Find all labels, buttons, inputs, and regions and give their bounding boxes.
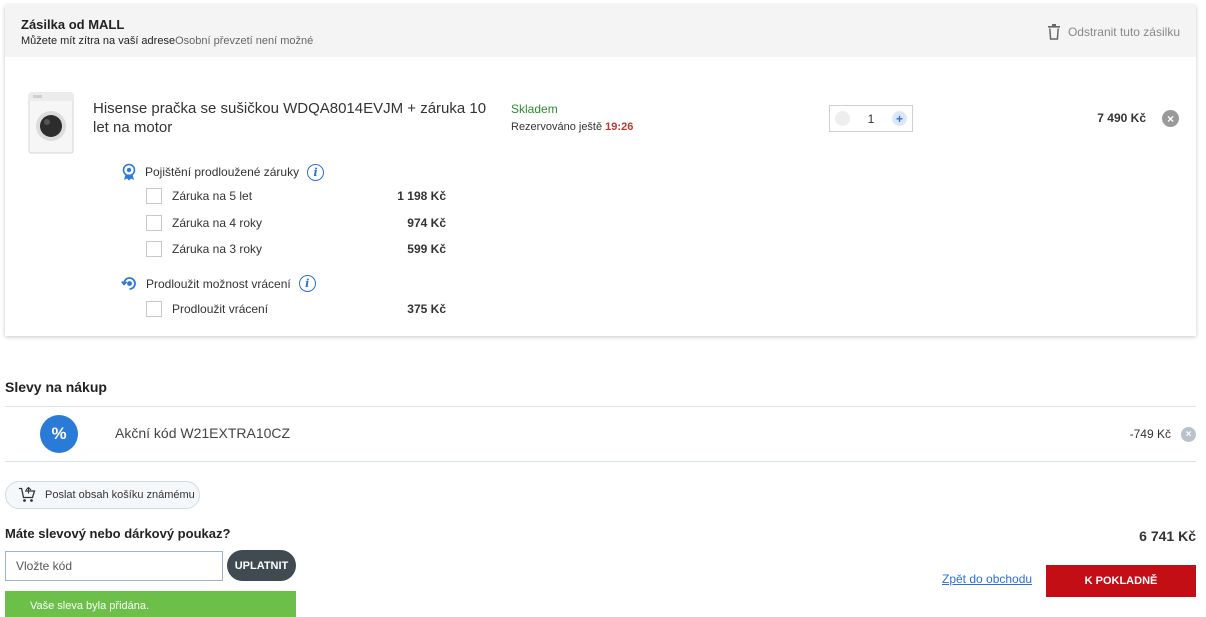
returns-option-label: Prodloužit vrácení (172, 302, 269, 316)
share-cart-label: Poslat obsah košíku známému (45, 489, 195, 501)
voucher-success-message: Vaše sleva byla přidána. (5, 591, 296, 617)
extend-returns-checkbox[interactable] (146, 301, 162, 317)
returns-heading: Prodloužit možnost vrácení i (121, 275, 316, 292)
reservation-label: Rezervováno ještě (511, 121, 603, 133)
discount-amount: -749 Kč (1129, 427, 1171, 441)
warranty-3-years-checkbox[interactable] (146, 241, 162, 257)
warranty-option-label: Záruka na 4 roky (172, 216, 263, 230)
reservation-info: Rezervováno ještě 19:26 (511, 121, 633, 133)
percent-icon: % (40, 415, 78, 453)
trash-icon (1047, 24, 1060, 40)
shipment-subtitle: Můžete mít zítra na vaší adreseOsobní př… (21, 35, 313, 47)
shipment-title: Zásilka od MALL (21, 17, 125, 32)
checkout-button[interactable]: K POKLADNĚ (1046, 565, 1196, 597)
warranty-heading-label: Pojištění prodloužené záruky (145, 165, 300, 179)
divider (5, 406, 1196, 407)
warranty-option-label: Záruka na 3 roky (172, 242, 263, 256)
cart-total: 6 741 Kč (1139, 528, 1196, 544)
divider (5, 461, 1196, 462)
returns-option-price: 375 Kč (407, 302, 446, 316)
warranty-option-3-years[interactable]: Záruka na 3 roky 599 Kč (146, 240, 446, 258)
warranty-option-price: 599 Kč (407, 242, 446, 256)
stock-status: Skladem (511, 102, 558, 116)
back-to-shop-link[interactable]: Zpět do obchodu (942, 572, 1032, 586)
shipment-header: Zásilka od MALL Můžete mít zítra na vaší… (5, 5, 1196, 57)
pickup-text: Osobní převzetí není možné (175, 35, 314, 47)
warranty-heading: Pojištění prodloužené záruky i (121, 163, 325, 181)
quantity-stepper: − 1 + (829, 105, 913, 132)
warranty-option-5-years[interactable]: Záruka na 5 let 1 198 Kč (146, 187, 446, 205)
warranty-5-years-checkbox[interactable] (146, 188, 162, 204)
warranty-option-label: Záruka na 5 let (172, 189, 253, 203)
warranty-info-icon[interactable]: i (307, 163, 325, 181)
delivery-text: Můžete mít zítra na vaší adrese (21, 35, 176, 47)
washing-machine-image[interactable] (27, 91, 75, 155)
close-icon: × (1185, 429, 1192, 440)
warranty-4-years-checkbox[interactable] (146, 215, 162, 231)
quantity-value[interactable]: 1 (868, 112, 875, 126)
discount-code-label: Akční kód W21EXTRA10CZ (115, 425, 291, 441)
award-ribbon-icon (122, 163, 136, 181)
returns-heading-label: Prodloužit možnost vrácení (146, 276, 291, 291)
voucher-code-input[interactable] (5, 551, 223, 581)
apply-voucher-button[interactable]: UPLATNIT (227, 550, 296, 581)
product-name[interactable]: Hisense pračka se sušičkou WDQA8014EVJM … (93, 99, 493, 137)
cart-share-icon (19, 487, 36, 502)
discounts-section-title: Slevy na nákup (5, 379, 107, 395)
remove-item-button[interactable]: × (1162, 110, 1179, 127)
remove-shipment-label: Odstranit tuto zásilku (1067, 25, 1180, 39)
returns-info-icon[interactable]: i (298, 275, 316, 292)
warranty-option-price: 1 198 Kč (397, 189, 446, 203)
returns-option-extend[interactable]: Prodloužit vrácení 375 Kč (146, 300, 446, 318)
warranty-option-4-years[interactable]: Záruka na 4 roky 974 Kč (146, 214, 446, 232)
remove-discount-button[interactable]: × (1181, 427, 1196, 442)
reservation-time: 19:26 (605, 121, 634, 133)
quantity-increase-button[interactable]: + (892, 111, 907, 126)
shipment-card: Zásilka od MALL Můžete mít zítra na vaší… (5, 5, 1196, 336)
warranty-option-price: 974 Kč (407, 216, 446, 230)
voucher-title: Máte slevový nebo dárkový poukaz? (5, 526, 231, 541)
share-cart-button[interactable]: Poslat obsah košíku známému (5, 481, 200, 509)
product-price: 7 490 Kč (1097, 111, 1146, 125)
return-arrows-icon (121, 277, 136, 290)
remove-shipment-button[interactable]: Odstranit tuto zásilku (1047, 24, 1180, 40)
close-icon: × (1166, 111, 1174, 126)
quantity-decrease-button[interactable]: − (835, 111, 850, 126)
